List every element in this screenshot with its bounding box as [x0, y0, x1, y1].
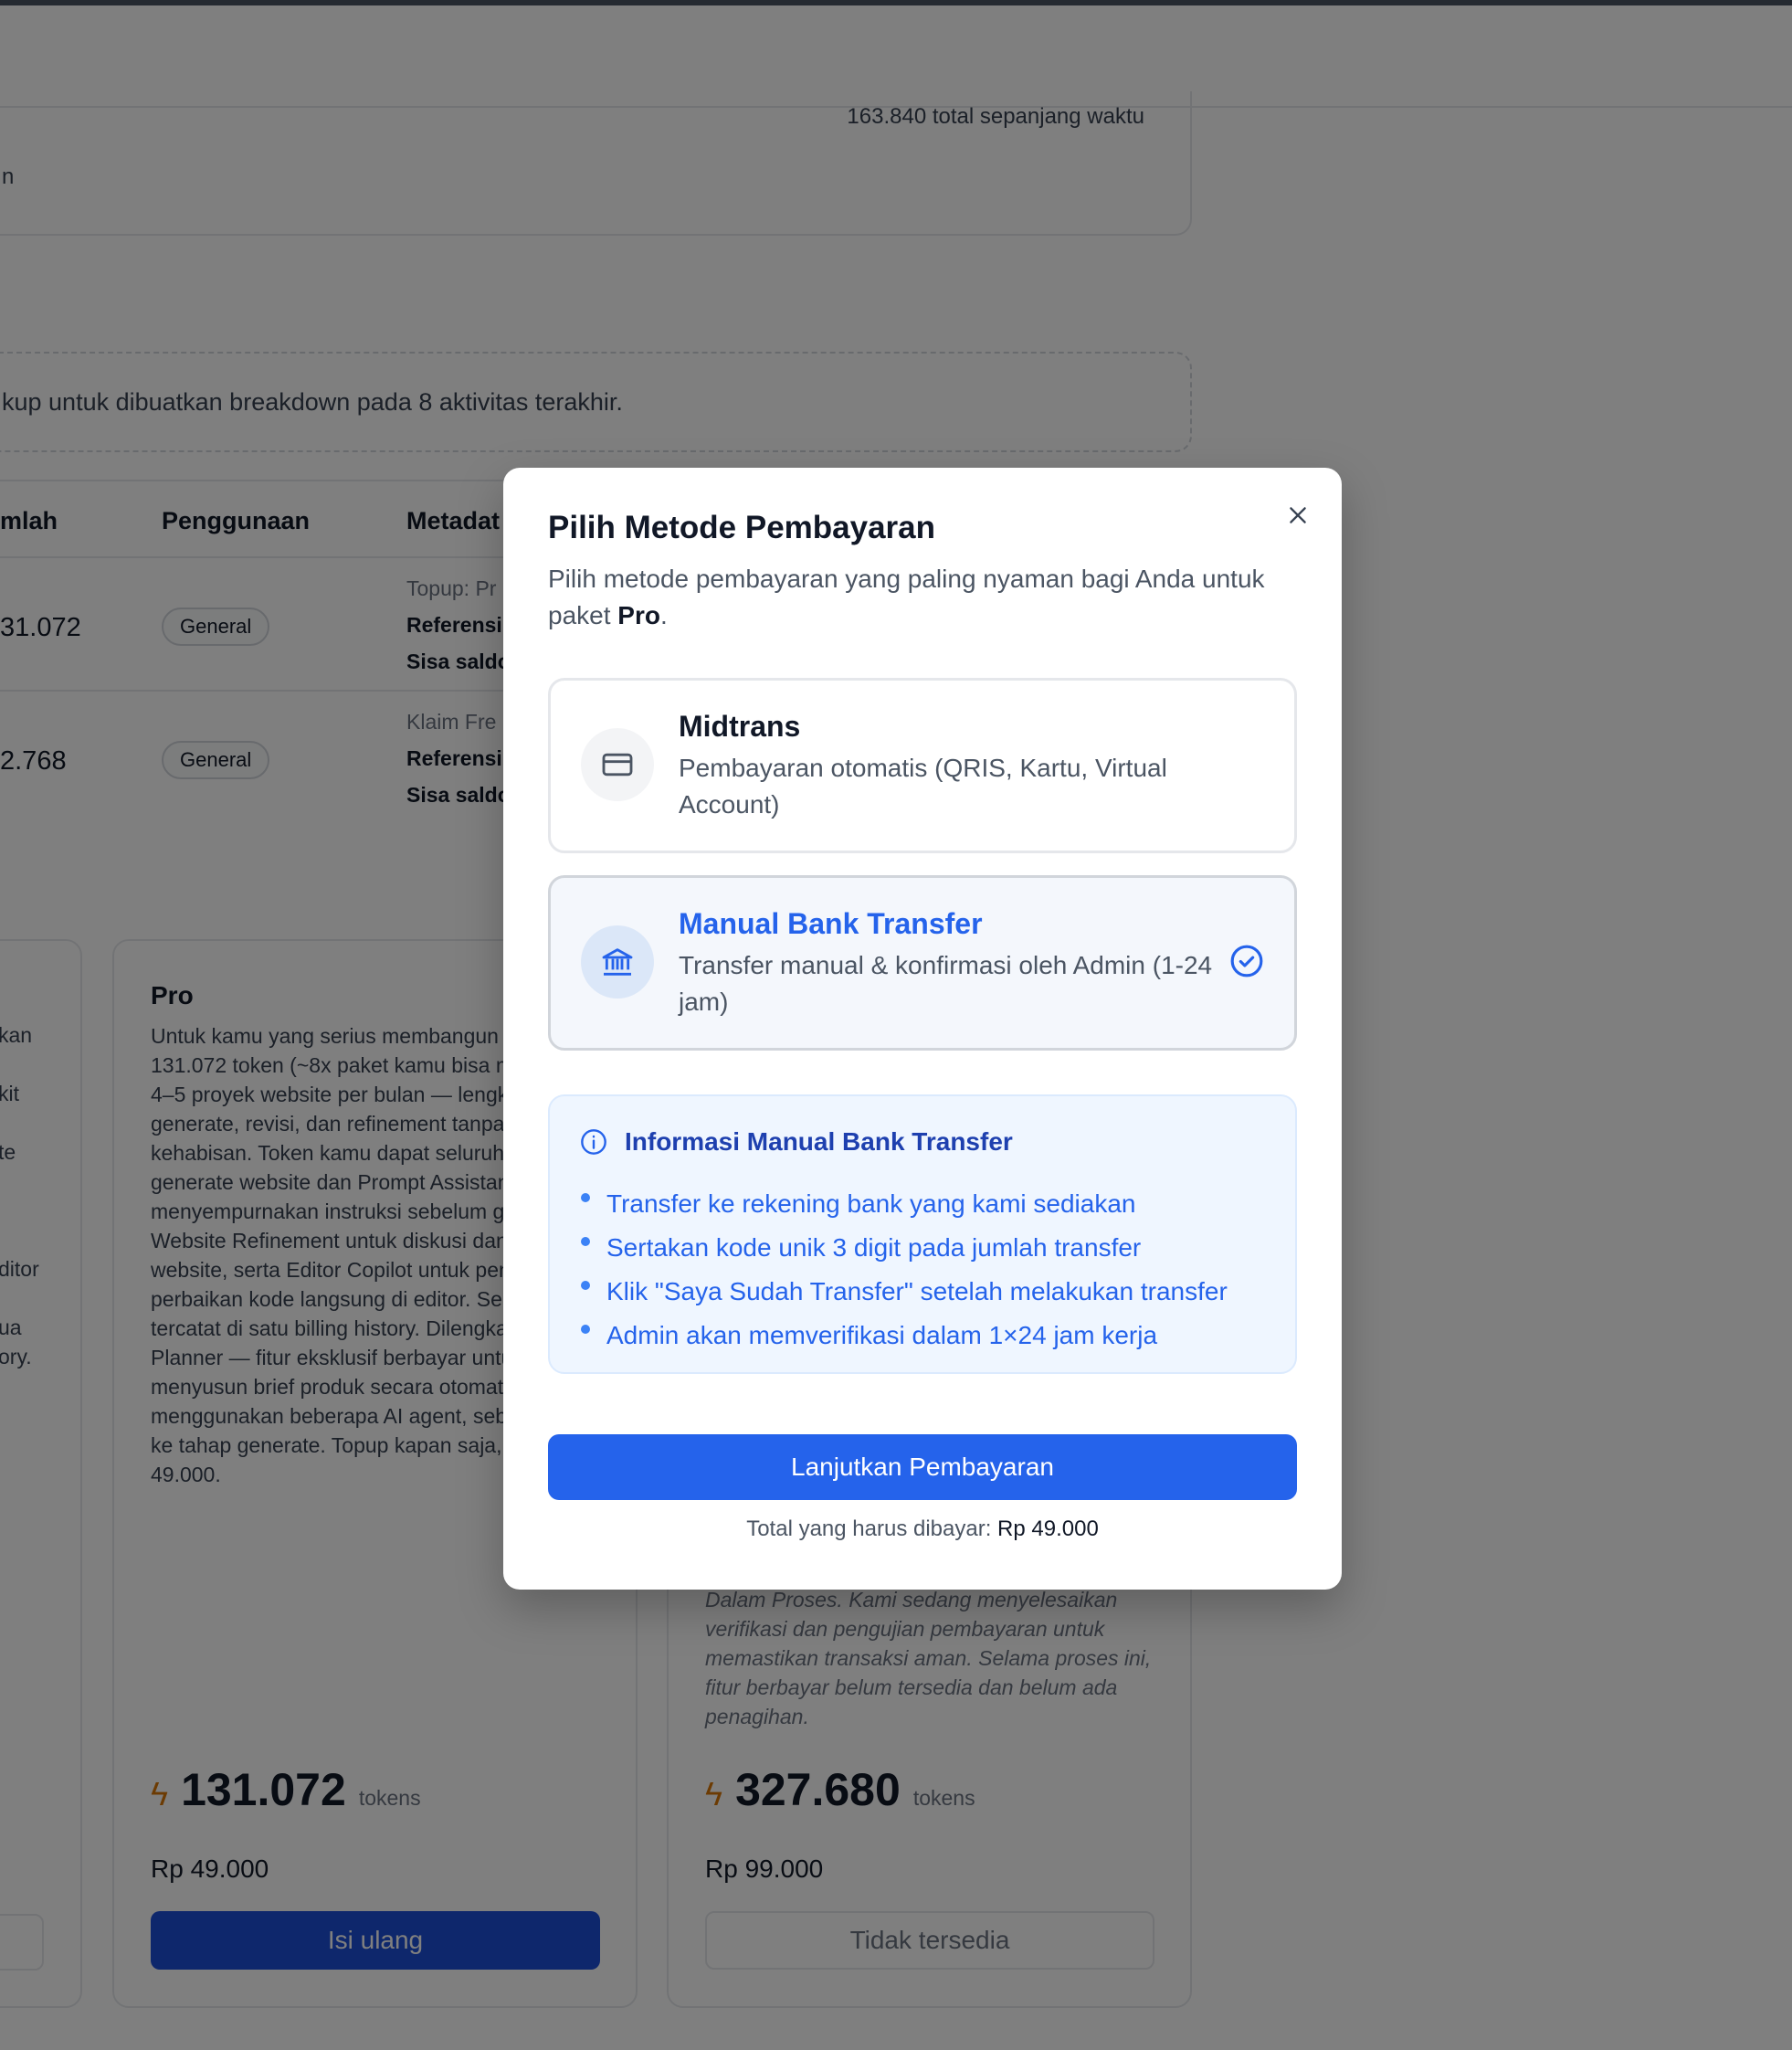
credit-card-icon [581, 728, 654, 801]
option-description: Pembayaran otomatis (QRIS, Kartu, Virtua… [679, 754, 1167, 819]
option-name: Midtrans [679, 710, 801, 743]
info-list: Transfer ke rekening bank yang kami sedi… [579, 1182, 1228, 1358]
info-item: Transfer ke rekening bank yang kami sedi… [579, 1182, 1228, 1226]
option-description: Transfer manual & konfirmasi oleh Admin … [679, 951, 1213, 1016]
manual-transfer-info: Informasi Manual Bank Transfer Transfer … [548, 1094, 1297, 1374]
modal-subtitle: Pilih metode pembayaran yang paling nyam… [548, 561, 1306, 634]
check-circle-icon [1228, 943, 1265, 984]
subtitle-plan: Pro [617, 601, 660, 629]
continue-payment-button[interactable]: Lanjutkan Pembayaran [548, 1434, 1297, 1500]
close-icon[interactable] [1280, 497, 1316, 534]
total-amount: Rp 49.000 [997, 1516, 1099, 1541]
info-title: Informasi Manual Bank Transfer [625, 1127, 1013, 1156]
total-due: Total yang harus dibayar: Rp 49.000 [503, 1516, 1342, 1542]
modal-title: Pilih Metode Pembayaran [548, 510, 936, 545]
option-name: Manual Bank Transfer [679, 907, 983, 940]
bank-icon [581, 925, 654, 999]
info-item: Sertakan kode unik 3 digit pada jumlah t… [579, 1226, 1228, 1270]
total-label: Total yang harus dibayar: [746, 1516, 998, 1541]
info-item: Admin akan memverifikasi dalam 1×24 jam … [579, 1314, 1228, 1358]
subtitle-suffix: . [659, 601, 668, 629]
info-icon [579, 1127, 608, 1157]
payment-method-modal: Pilih Metode Pembayaran Pilih metode pem… [503, 468, 1342, 1590]
info-header: Informasi Manual Bank Transfer [579, 1127, 1013, 1157]
info-item: Klik "Saya Sudah Transfer" setelah melak… [579, 1270, 1228, 1314]
payment-option-midtrans[interactable]: Midtrans Pembayaran otomatis (QRIS, Kart… [548, 678, 1297, 853]
payment-option-manual-transfer[interactable]: Manual Bank Transfer Transfer manual & k… [548, 875, 1297, 1051]
